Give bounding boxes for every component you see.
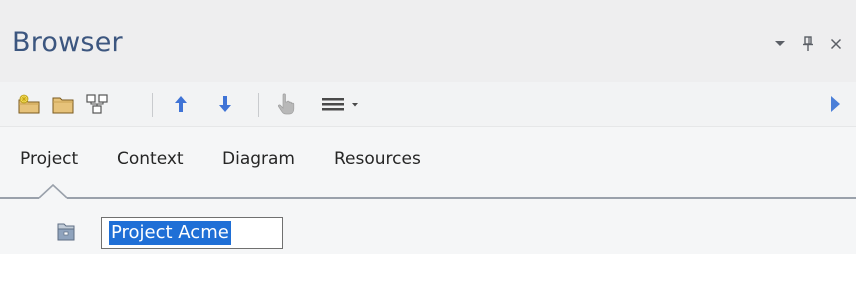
new-package-button[interactable]: [48, 90, 78, 118]
active-tab-indicator: [39, 184, 67, 200]
title-bar: Browser: [0, 0, 856, 82]
move-up-button[interactable]: [168, 90, 194, 118]
tab-underline: [0, 197, 856, 199]
tab-diagram[interactable]: Diagram: [222, 147, 295, 171]
tab-resources[interactable]: Resources: [334, 147, 421, 171]
locate-button[interactable]: [272, 90, 300, 118]
chevron-down-icon: [775, 41, 785, 46]
tab-context[interactable]: Context: [117, 147, 184, 171]
dropdown-button[interactable]: [766, 32, 794, 56]
new-root-node-icon: [18, 94, 40, 114]
browser-toolbar: [0, 82, 856, 127]
move-down-button[interactable]: [212, 90, 238, 118]
close-icon: [830, 38, 842, 50]
toolbar-separator: [152, 93, 153, 117]
browser-tabs: Project Context Diagram Resources: [0, 127, 856, 200]
tree-empty-area: [0, 254, 856, 292]
locate-icon: [277, 93, 295, 115]
move-up-icon: [175, 96, 187, 112]
close-button[interactable]: [822, 32, 850, 56]
project-tree: Project Acme: [0, 200, 856, 254]
new-diagram-icon: [86, 94, 108, 114]
menu-button[interactable]: [314, 90, 374, 118]
new-root-node-button[interactable]: [14, 90, 44, 118]
new-diagram-button[interactable]: [82, 90, 112, 118]
tab-project[interactable]: Project: [20, 147, 78, 171]
pin-button[interactable]: [794, 32, 822, 56]
tree-node[interactable]: Project Acme: [0, 216, 856, 256]
window-title: Browser: [12, 27, 123, 58]
toolbar-separator: [258, 93, 259, 117]
rename-input[interactable]: Project Acme: [101, 217, 283, 249]
rename-selected-text: Project Acme: [109, 221, 231, 245]
move-down-icon: [219, 96, 231, 112]
scroll-right-icon: [831, 96, 840, 112]
menu-icon: [322, 98, 358, 111]
window-controls: [766, 32, 850, 56]
toolbar-overflow-button[interactable]: [824, 90, 846, 118]
new-package-icon: [52, 97, 74, 114]
model-root-icon: [57, 223, 75, 241]
pin-icon: [803, 36, 813, 51]
